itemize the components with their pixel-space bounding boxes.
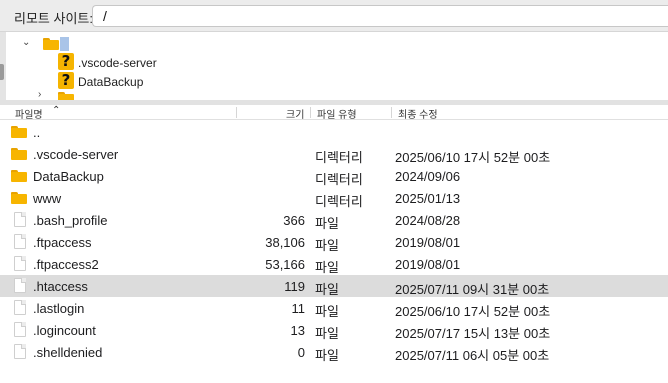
file-row[interactable]: ..	[0, 121, 668, 143]
file-type: 디렉터리	[315, 150, 363, 165]
column-header-size[interactable]: 크기	[286, 106, 304, 121]
tree-node-label: DataBackup	[78, 75, 144, 89]
sort-ascending-icon[interactable]: ⌃	[52, 105, 60, 116]
file-modified: 2024/08/28	[395, 213, 461, 228]
file-size: 11	[291, 301, 306, 316]
file-modified: 2019/08/01	[395, 257, 461, 272]
file-row[interactable]: www 디렉터리 2025/01/13	[0, 187, 668, 209]
file-size: 366	[283, 213, 305, 228]
file-type: 파일	[315, 260, 339, 275]
file-name: www	[33, 191, 62, 206]
file-type: 디렉터리	[315, 194, 363, 209]
file-modified: 2019/08/01	[395, 235, 461, 250]
remote-directory-tree[interactable]: ⌄ ? .vscode-server ? DataBackup ›	[0, 32, 668, 100]
remote-file-list[interactable]: .. .vscode-server 디렉터리 2025/06/10 17시 52분 0…	[0, 121, 668, 383]
file-name: DataBackup	[33, 169, 104, 184]
file-type: 파일	[315, 348, 339, 363]
file-size: 38,106	[265, 235, 305, 250]
column-header-name[interactable]: 파일명	[15, 106, 43, 121]
file-modified: 2025/07/17 15시 13분 00초	[395, 326, 551, 341]
file-modified: 2025/06/10 17시 52분 00초	[395, 150, 551, 165]
file-name: ..	[33, 125, 41, 140]
file-icon	[14, 256, 26, 271]
file-row[interactable]: .lastlogin 11 파일 2025/06/10 17시 52분 00초	[0, 297, 668, 319]
chevron-down-icon[interactable]: ⌄	[22, 37, 30, 48]
folder-icon	[11, 148, 27, 160]
file-modified: 2024/09/06	[395, 169, 461, 184]
column-divider[interactable]	[236, 107, 237, 118]
file-row[interactable]: .ftpaccess2 53,166 파일 2019/08/01	[0, 253, 668, 275]
file-row[interactable]: .ftpaccess 38,106 파일 2019/08/01	[0, 231, 668, 253]
file-row[interactable]: .logincount 13 파일 2025/07/17 15시 13분 00초	[0, 319, 668, 341]
remote-site-bar: 리모트 사이트:	[0, 0, 668, 32]
tree-node-vscode-server[interactable]: ? .vscode-server	[0, 52, 668, 73]
file-name: .lastlogin	[33, 301, 85, 316]
file-type: 파일	[315, 282, 339, 297]
unknown-folder-icon: ?	[58, 71, 74, 89]
file-size: 119	[284, 279, 305, 294]
chevron-right-icon[interactable]: ›	[38, 89, 41, 100]
tree-node-root[interactable]: ⌄	[0, 34, 668, 54]
file-icon	[14, 300, 26, 315]
file-name: .logincount	[33, 323, 96, 338]
file-name: .ftpaccess2	[33, 257, 99, 272]
file-modified: 2025/07/11 06시 05분 00초	[395, 348, 550, 363]
file-icon	[14, 234, 26, 249]
file-icon	[14, 322, 26, 337]
file-type: 파일	[315, 326, 339, 341]
file-name: .bash_profile	[33, 213, 108, 228]
tree-node-partial[interactable]: ›	[0, 89, 668, 100]
folder-icon	[58, 92, 74, 100]
remote-site-label: 리모트 사이트:	[14, 11, 93, 26]
file-row[interactable]: .htaccess 119 파일 2025/07/11 09시 31분 00초	[0, 275, 668, 297]
file-size: 53,166	[265, 257, 305, 272]
file-size: 0	[297, 345, 305, 360]
file-icon	[14, 212, 26, 227]
folder-icon	[11, 126, 27, 138]
file-type: 파일	[315, 216, 339, 231]
unknown-folder-icon: ?	[58, 52, 74, 70]
file-type: 파일	[315, 304, 339, 319]
file-name: .vscode-server	[33, 147, 119, 162]
file-list-header: 파일명 ⌃ 크기 파일 유형 최종 수정	[0, 105, 668, 121]
file-modified: 2025/07/11 09시 31분 00초	[395, 282, 550, 297]
file-type: 디렉터리	[315, 172, 363, 187]
folder-icon	[11, 192, 27, 204]
folder-icon	[11, 170, 27, 182]
column-header-type[interactable]: 파일 유형	[317, 106, 357, 121]
file-row[interactable]: .bash_profile 366 파일 2024/08/28	[0, 209, 668, 231]
file-icon	[14, 278, 26, 293]
column-divider[interactable]	[310, 107, 311, 118]
file-type: 파일	[315, 238, 339, 253]
tree-node-databackup[interactable]: ? DataBackup	[0, 71, 668, 92]
tree-node-label: .vscode-server	[78, 56, 157, 70]
file-modified: 2025/06/10 17시 52분 00초	[395, 304, 551, 319]
file-name: .htaccess	[33, 279, 88, 294]
file-icon	[14, 344, 26, 359]
file-row[interactable]: DataBackup 디렉터리 2024/09/06	[0, 165, 668, 187]
file-row[interactable]: .vscode-server 디렉터리 2025/06/10 17시 52분 00초	[0, 143, 668, 165]
file-row[interactable]: .shelldenied 0 파일 2025/07/11 06시 05분 00초	[0, 341, 668, 363]
file-size: 13	[290, 323, 305, 338]
file-modified: 2025/01/13	[395, 191, 461, 206]
column-divider[interactable]	[391, 107, 392, 118]
root-selection-marker	[60, 37, 69, 51]
file-name: .ftpaccess	[33, 235, 92, 250]
column-header-modified[interactable]: 최종 수정	[398, 106, 438, 121]
folder-icon	[43, 38, 59, 50]
file-name: .shelldenied	[33, 345, 103, 360]
remote-path-input[interactable]	[92, 5, 668, 27]
